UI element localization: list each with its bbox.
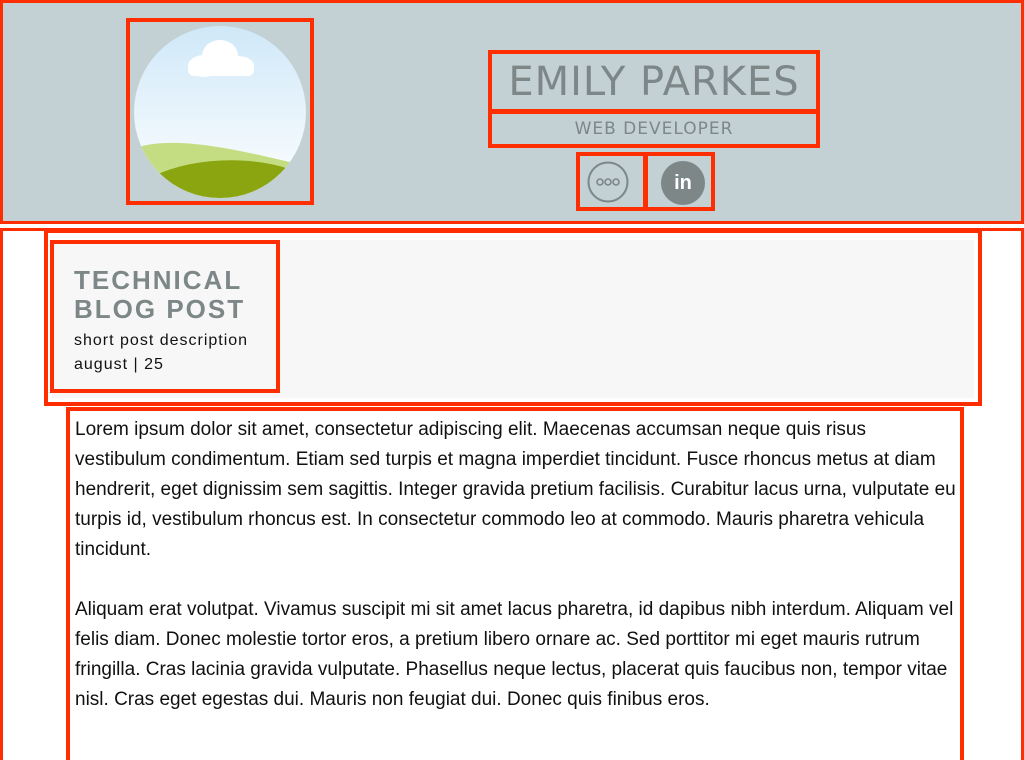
post-title: TECHNICAL BLOG POST <box>74 265 246 324</box>
profile-name: EMILY PARKES <box>508 59 800 105</box>
landscape-avatar-icon <box>134 26 306 198</box>
more-icon[interactable] <box>587 161 629 203</box>
more-link[interactable] <box>576 152 648 211</box>
role-box: WEB DEVELOPER <box>488 110 820 148</box>
post-date: august | 25 <box>74 356 164 373</box>
post-paragraph: Lorem ipsum dolor sit amet, consectetur … <box>75 419 956 560</box>
avatar-frame <box>126 18 314 205</box>
profile-role: WEB DEVELOPER <box>574 119 734 139</box>
post-description: short post description <box>74 332 249 349</box>
linkedin-link[interactable]: in <box>643 152 715 211</box>
post-title-box: TECHNICAL BLOG POST short post descripti… <box>50 240 280 393</box>
post-body: Lorem ipsum dolor sit amet, consectetur … <box>66 407 964 760</box>
post-paragraph: Aliquam erat volutpat. Vivamus suscipit … <box>75 599 954 710</box>
linkedin-icon[interactable]: in <box>661 161 705 205</box>
avatar <box>134 26 306 198</box>
name-box: EMILY PARKES <box>488 50 820 113</box>
